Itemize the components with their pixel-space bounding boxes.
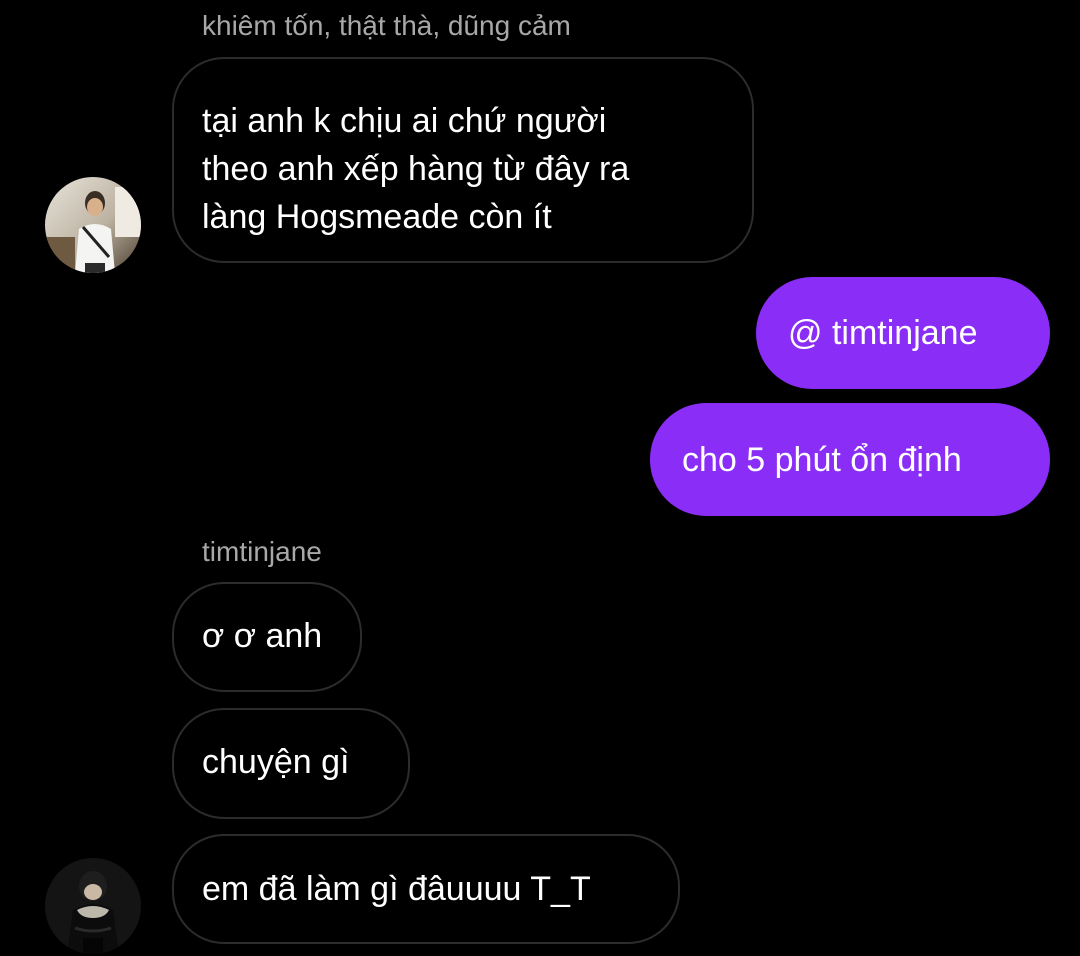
- user-avatar-icon: [45, 177, 141, 273]
- message-text-line: tại anh k chịu ai chứ người: [202, 102, 607, 140]
- message-bubble[interactable]: em đã làm gì đâuuuu T_T: [172, 834, 680, 944]
- message-text: @ timtinjane: [788, 314, 978, 352]
- message-bubble[interactable]: ơ ơ anh: [172, 582, 362, 692]
- message-text: cho 5 phút ổn định: [682, 441, 962, 479]
- sender-avatar[interactable]: [45, 858, 141, 954]
- message-bubble[interactable]: tại anh k chịu ai chứ người theo anh xếp…: [172, 57, 754, 263]
- message-bubble[interactable]: chuyện gì: [172, 708, 410, 819]
- message-text-line: theo anh xếp hàng từ đây ra: [202, 150, 630, 188]
- message-text: ơ ơ anh: [202, 617, 323, 655]
- message-text: chuyện gì: [202, 743, 350, 781]
- user-avatar-icon: [45, 858, 141, 954]
- sender-name: khiêm tốn, thật thà, dũng cảm: [202, 10, 571, 41]
- sender-avatar[interactable]: [45, 177, 141, 273]
- message-text: em đã làm gì đâuuuu T_T: [202, 870, 591, 908]
- message-bubble[interactable]: cho 5 phút ổn định: [650, 403, 1050, 516]
- sender-name: timtinjane: [202, 536, 322, 567]
- message-bubble[interactable]: @ timtinjane: [756, 277, 1050, 389]
- message-text-line: làng Hogsmeade còn ít: [202, 198, 552, 236]
